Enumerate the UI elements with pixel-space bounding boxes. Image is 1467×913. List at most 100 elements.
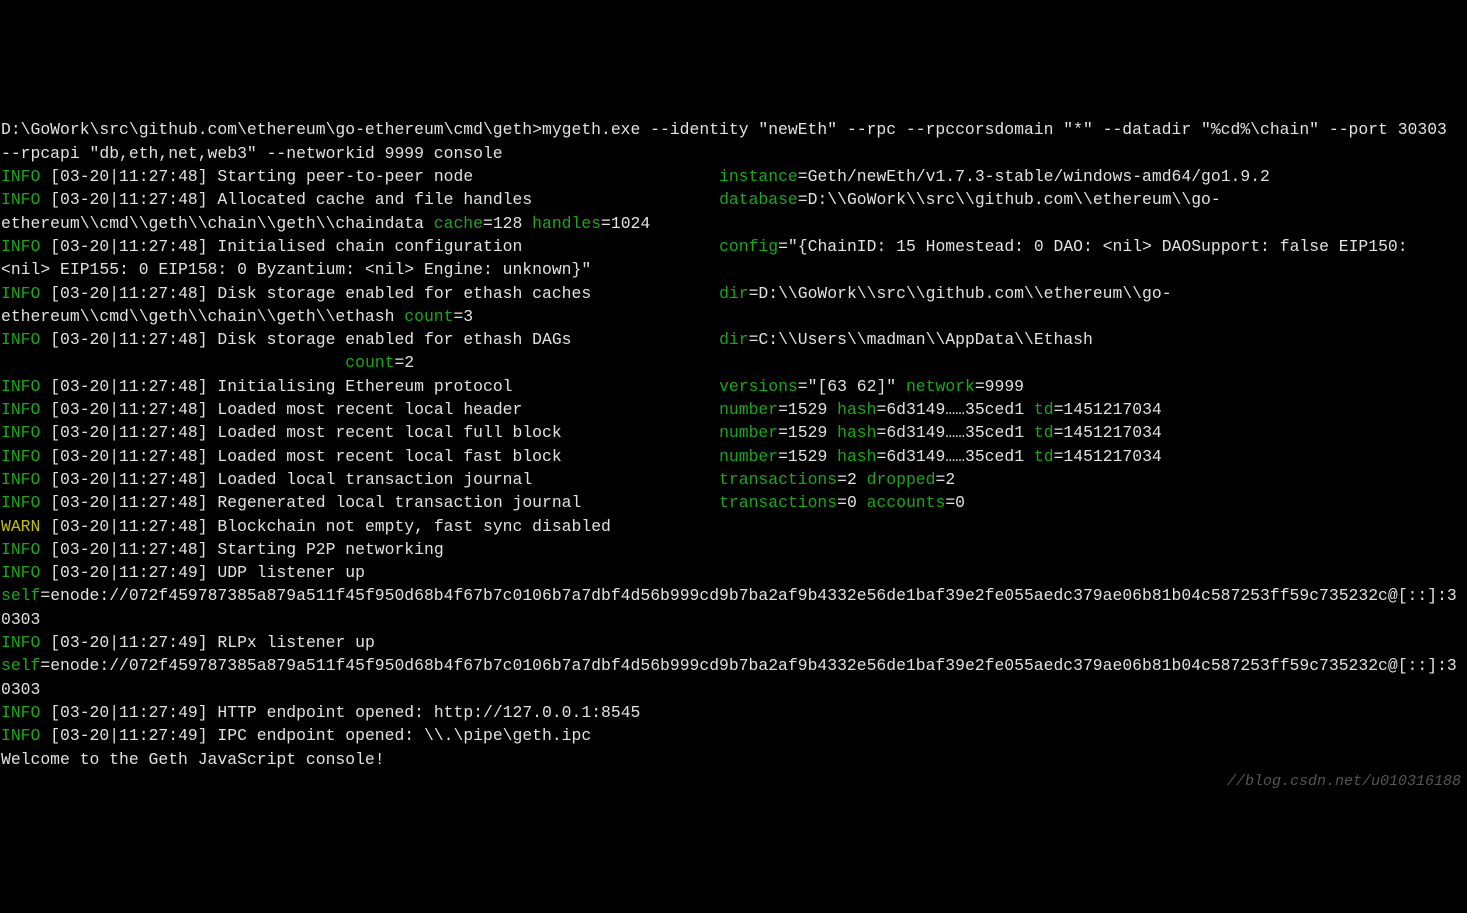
- log-level-info: INFO: [1, 563, 40, 582]
- log-val: =6d3149……35ced1: [876, 423, 1033, 442]
- log-val: =6d3149……35ced1: [876, 447, 1033, 466]
- timestamp: [03-20|11:27:48]: [50, 167, 217, 186]
- log-key: self: [1, 656, 40, 675]
- log-key: accounts: [867, 493, 946, 512]
- timestamp: [03-20|11:27:48]: [50, 190, 217, 209]
- log-key: td: [1034, 447, 1054, 466]
- log-val: =C:\\Users\\madman\\AppData\\Ethash: [749, 330, 1093, 349]
- log-val: =1451217034: [1054, 400, 1162, 419]
- timestamp: [03-20|11:27:48]: [50, 423, 217, 442]
- log-msg: Blockchain not empty, fast sync disabled: [217, 517, 610, 536]
- timestamp: [03-20|11:27:48]: [50, 377, 217, 396]
- log-level-info: INFO: [1, 493, 40, 512]
- log-val: =enode://072f459787385a879a511f45f950d68…: [1, 586, 1457, 628]
- log-val: =6d3149……35ced1: [876, 400, 1033, 419]
- log-msg: Starting P2P networking: [217, 540, 443, 559]
- log-key: dropped: [867, 470, 936, 489]
- log-val: =2: [935, 470, 955, 489]
- log-key: count: [404, 307, 453, 326]
- log-key: dir: [719, 330, 749, 349]
- log-msg: Loaded most recent local fast block: [217, 447, 719, 466]
- timestamp: [03-20|11:27:48]: [50, 540, 217, 559]
- timestamp: [03-20|11:27:48]: [50, 330, 217, 349]
- log-key: number: [719, 400, 778, 419]
- log-val: =0: [945, 493, 965, 512]
- log-level-info: INFO: [1, 400, 40, 419]
- timestamp: [03-20|11:27:48]: [50, 470, 217, 489]
- log-val: =Geth/newEth/v1.7.3-stable/windows-amd64…: [798, 167, 1270, 186]
- log-msg: UDP listener up: [217, 563, 719, 582]
- timestamp: [03-20|11:27:49]: [50, 703, 217, 722]
- log-val: =2: [394, 353, 414, 372]
- log-key: self: [1, 586, 40, 605]
- log-key: hash: [837, 400, 876, 419]
- log-msg: RLPx listener up: [217, 633, 719, 652]
- log-key: number: [719, 447, 778, 466]
- log-level-info: INFO: [1, 726, 40, 745]
- timestamp: [03-20|11:27:48]: [50, 284, 217, 303]
- log-val: =128: [483, 214, 532, 233]
- log-level-info: INFO: [1, 633, 40, 652]
- terminal-window[interactable]: D:\GoWork\src\github.com\ethereum\go-eth…: [0, 116, 1467, 796]
- log-key: network: [906, 377, 975, 396]
- log-msg: Starting peer-to-peer node: [217, 167, 719, 186]
- log-level-info: INFO: [1, 190, 40, 209]
- log-key: cache: [434, 214, 483, 233]
- watermark-text: //blog.csdn.net/u010316188: [1227, 771, 1461, 792]
- log-msg: Disk storage enabled for ethash DAGs: [217, 330, 719, 349]
- log-key: config: [719, 237, 778, 256]
- log-key: transactions: [719, 470, 837, 489]
- log-val: =enode://072f459787385a879a511f45f950d68…: [1, 656, 1457, 698]
- log-level-info: INFO: [1, 447, 40, 466]
- log-val: ="[63 62]": [798, 377, 906, 396]
- log-key: instance: [719, 167, 798, 186]
- log-level-info: INFO: [1, 377, 40, 396]
- log-val: =1529: [778, 400, 837, 419]
- log-level-info: INFO: [1, 237, 40, 256]
- log-level-info: INFO: [1, 470, 40, 489]
- log-val: =1024: [601, 214, 650, 233]
- log-level-info: INFO: [1, 284, 40, 303]
- log-val: =3: [453, 307, 473, 326]
- log-msg: HTTP endpoint opened: http://127.0.0.1:8…: [217, 703, 640, 722]
- log-level-warn: WARN: [1, 517, 40, 536]
- log-msg: Allocated cache and file handles: [217, 190, 719, 209]
- log-msg: Loaded most recent local header: [217, 400, 719, 419]
- log-level-info: INFO: [1, 423, 40, 442]
- timestamp: [03-20|11:27:49]: [50, 563, 217, 582]
- timestamp: [03-20|11:27:48]: [50, 517, 217, 536]
- log-msg: IPC endpoint opened: \\.\pipe\geth.ipc: [217, 726, 591, 745]
- welcome-line: Welcome to the Geth JavaScript console!: [1, 750, 385, 769]
- log-key: td: [1034, 423, 1054, 442]
- log-key: database: [719, 190, 798, 209]
- timestamp: [03-20|11:27:49]: [50, 726, 217, 745]
- log-level-info: INFO: [1, 703, 40, 722]
- log-val: =0: [837, 493, 867, 512]
- log-val: =9999: [975, 377, 1024, 396]
- log-level-info: INFO: [1, 167, 40, 186]
- log-msg: Loaded most recent local full block: [217, 423, 719, 442]
- log-val: =2: [837, 470, 867, 489]
- command-line: D:\GoWork\src\github.com\ethereum\go-eth…: [1, 120, 1457, 162]
- log-key: hash: [837, 423, 876, 442]
- log-level-info: INFO: [1, 330, 40, 349]
- log-val: =1529: [778, 423, 837, 442]
- timestamp: [03-20|11:27:49]: [50, 633, 217, 652]
- timestamp: [03-20|11:27:48]: [50, 400, 217, 419]
- log-key: dir: [719, 284, 749, 303]
- timestamp: [03-20|11:27:48]: [50, 237, 217, 256]
- log-msg: Loaded local transaction journal: [217, 470, 719, 489]
- log-key: count: [345, 353, 394, 372]
- timestamp: [03-20|11:27:48]: [50, 447, 217, 466]
- log-level-info: INFO: [1, 540, 40, 559]
- timestamp: [03-20|11:27:48]: [50, 493, 217, 512]
- log-msg: Initialising Ethereum protocol: [217, 377, 719, 396]
- log-key: versions: [719, 377, 798, 396]
- log-val: =1451217034: [1054, 423, 1162, 442]
- log-msg: Regenerated local transaction journal: [217, 493, 719, 512]
- log-msg: Initialised chain configuration: [217, 237, 719, 256]
- log-msg: Disk storage enabled for ethash caches: [217, 284, 719, 303]
- log-key: number: [719, 423, 778, 442]
- log-key: handles: [532, 214, 601, 233]
- log-key: td: [1034, 400, 1054, 419]
